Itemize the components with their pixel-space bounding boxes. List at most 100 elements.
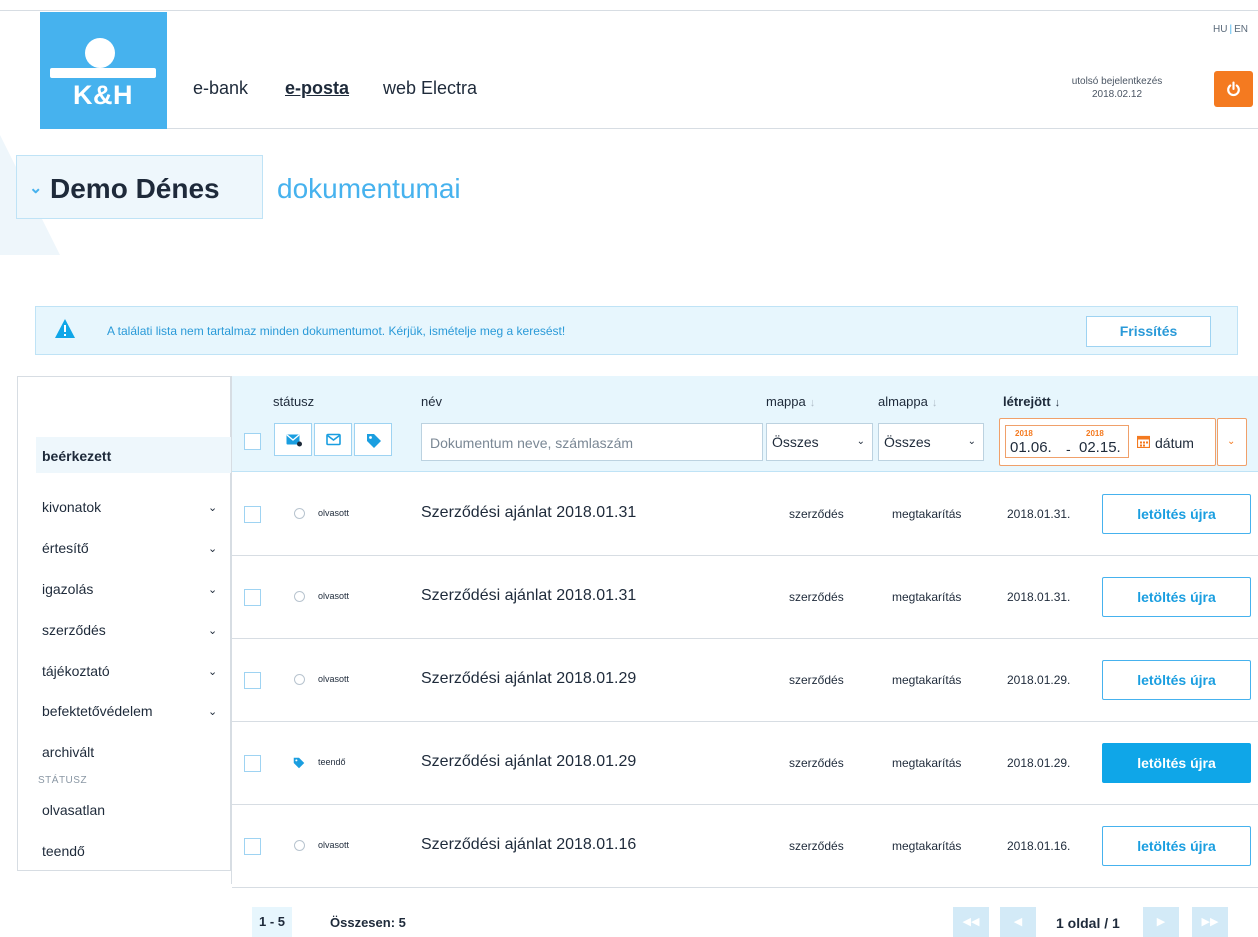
chevron-down-icon: ⌄	[1227, 436, 1236, 447]
prev-page-button[interactable]: ◀	[1000, 907, 1036, 937]
sidebar-item-teendo[interactable]: teendő	[42, 843, 85, 859]
search-placeholder: Dokumentum neve, számlaszám	[430, 435, 634, 451]
date-options-dropdown[interactable]: ⌄	[1217, 418, 1247, 466]
tag-icon	[293, 757, 305, 769]
table-row[interactable]: olvasott Szerződési ajánlat 2018.01.16 s…	[232, 805, 1258, 888]
chevron-down-icon[interactable]: ⌄	[208, 542, 217, 555]
search-input[interactable]: Dokumentum neve, számlaszám	[421, 423, 763, 461]
page-info: 1 oldal / 1	[1056, 915, 1120, 931]
table-row[interactable]: olvasott Szerződési ajánlat 2018.01.29 s…	[232, 639, 1258, 722]
sidebar-item-tajekoztato[interactable]: tájékoztató	[42, 663, 110, 679]
download-again-button[interactable]: letöltés újra	[1102, 826, 1251, 866]
user-selector[interactable]: ⌄ Demo Dénes	[16, 155, 263, 219]
logout-button[interactable]	[1214, 71, 1253, 107]
download-again-button[interactable]: letöltés újra	[1102, 743, 1251, 783]
header-created[interactable]: létrejött ↓	[1003, 394, 1060, 409]
table-row[interactable]: teendő Szerződési ajánlat 2018.01.29 sze…	[232, 722, 1258, 805]
row-date: 2018.01.29.	[1007, 756, 1071, 770]
nav-ebank[interactable]: e-bank	[193, 78, 248, 99]
date-button-label[interactable]: dátum	[1155, 435, 1194, 451]
row-status: olvasott	[318, 674, 350, 684]
sort-arrow-icon: ↓	[809, 397, 816, 409]
subfolder-select[interactable]: Összes ⌄	[878, 423, 984, 461]
lang-en[interactable]: EN	[1234, 24, 1248, 35]
date-range-filter: 2018 01.06. - 2018 02.15. dátum	[999, 418, 1216, 466]
nav-eposta[interactable]: e-posta	[285, 78, 349, 99]
read-status-icon	[294, 508, 305, 519]
row-subfolder: megtakarítás	[892, 839, 962, 853]
row-checkbox[interactable]	[244, 755, 261, 772]
filter-read-button[interactable]	[314, 423, 352, 456]
chevron-down-icon: ⌄	[856, 436, 865, 447]
sidebar-item-szerzodes[interactable]: szerződés	[42, 622, 106, 638]
sidebar-item-igazolas[interactable]: igazolás	[42, 581, 93, 597]
table-row[interactable]: olvasott Szerződési ajánlat 2018.01.31 s…	[232, 473, 1258, 556]
row-date: 2018.01.29.	[1007, 673, 1071, 687]
chevron-down-icon[interactable]: ⌄	[208, 624, 217, 637]
document-table: státusz név mappa ↓ almappa ↓ létrejött ↓	[231, 376, 1258, 888]
last-login-date: 2018.02.12	[1091, 89, 1143, 100]
first-page-button[interactable]: ◀◀	[953, 907, 989, 937]
sidebar-item-archivalt[interactable]: archivált	[42, 744, 94, 760]
row-document-name[interactable]: Szerződési ajánlat 2018.01.29	[421, 753, 636, 771]
subfolder-select-value: Összes	[884, 434, 931, 450]
row-document-name[interactable]: Szerződési ajánlat 2018.01.16	[421, 836, 636, 854]
read-status-icon	[294, 591, 305, 602]
header-status: státusz	[273, 394, 315, 409]
chevron-down-icon[interactable]: ⌄	[208, 501, 217, 514]
filter-todo-button[interactable]	[354, 423, 392, 456]
lang-separator: |	[1229, 24, 1233, 35]
logo-text: K&H	[73, 80, 133, 110]
sidebar-item-kivonatok[interactable]: kivonatok	[42, 499, 101, 515]
nav-web-electra[interactable]: web Electra	[383, 78, 477, 99]
row-document-name[interactable]: Szerződési ajánlat 2018.01.31	[421, 587, 636, 605]
folder-select[interactable]: Összes ⌄	[766, 423, 873, 461]
lang-hu[interactable]: HU	[1213, 24, 1227, 35]
chevron-left-icon: ◀	[1013, 916, 1023, 928]
row-checkbox[interactable]	[244, 589, 261, 606]
header-subfolder[interactable]: almappa ↓	[878, 394, 937, 409]
power-icon	[1227, 81, 1240, 97]
download-again-button[interactable]: letöltés újra	[1102, 577, 1251, 617]
next-page-button[interactable]: ▶	[1143, 907, 1179, 937]
kh-logo[interactable]: K&H	[40, 12, 167, 129]
filter-unread-button[interactable]	[274, 423, 312, 456]
row-folder: szerződés	[789, 756, 844, 770]
folder-select-value: Összes	[772, 434, 819, 450]
row-document-name[interactable]: Szerződési ajánlat 2018.01.29	[421, 670, 636, 688]
download-again-button[interactable]: letöltés újra	[1102, 660, 1251, 700]
row-subfolder: megtakarítás	[892, 673, 962, 687]
page-range: 1 - 5	[252, 907, 292, 937]
chevron-down-icon[interactable]: ⌄	[208, 583, 217, 596]
logo-figure-head	[85, 38, 115, 68]
header-folder[interactable]: mappa ↓	[766, 394, 815, 409]
sidebar-item-inbox[interactable]: beérkezett	[36, 437, 232, 473]
calendar-icon[interactable]	[1137, 435, 1150, 448]
read-status-icon	[294, 840, 305, 851]
row-status: olvasott	[318, 840, 350, 850]
row-checkbox[interactable]	[244, 838, 261, 855]
language-switch: HU | EN	[1213, 24, 1248, 35]
row-subfolder: megtakarítás	[892, 590, 962, 604]
download-again-button[interactable]: letöltés újra	[1102, 494, 1251, 534]
row-checkbox[interactable]	[244, 672, 261, 689]
row-checkbox[interactable]	[244, 506, 261, 523]
folder-sidebar: beérkezett kivonatok ⌄ értesítő ⌄ igazol…	[17, 376, 232, 871]
refresh-button[interactable]: Frissítés	[1086, 316, 1211, 347]
select-all-checkbox[interactable]	[244, 433, 261, 450]
header-created-label: létrejött	[1003, 394, 1051, 409]
chevron-down-icon[interactable]: ⌄	[208, 665, 217, 678]
date-to: 02.15.	[1079, 439, 1121, 456]
row-folder: szerződés	[789, 507, 844, 521]
logo-figure-bar	[50, 68, 156, 78]
chevron-down-icon[interactable]: ⌄	[208, 705, 217, 718]
sidebar-item-befektetovedelem[interactable]: befektetővédelem	[42, 703, 153, 719]
last-page-button[interactable]: ▶▶	[1192, 907, 1228, 937]
sidebar-item-ertesito[interactable]: értesítő	[42, 540, 89, 556]
page-title-suffix: dokumentumai	[277, 173, 461, 204]
sidebar-item-olvasatlan[interactable]: olvasatlan	[42, 802, 105, 818]
header-divider	[167, 128, 1258, 129]
table-row[interactable]: olvasott Szerződési ajánlat 2018.01.31 s…	[232, 556, 1258, 639]
date-range-input[interactable]: 2018 01.06. - 2018 02.15.	[1005, 425, 1129, 458]
row-document-name[interactable]: Szerződési ajánlat 2018.01.31	[421, 504, 636, 522]
